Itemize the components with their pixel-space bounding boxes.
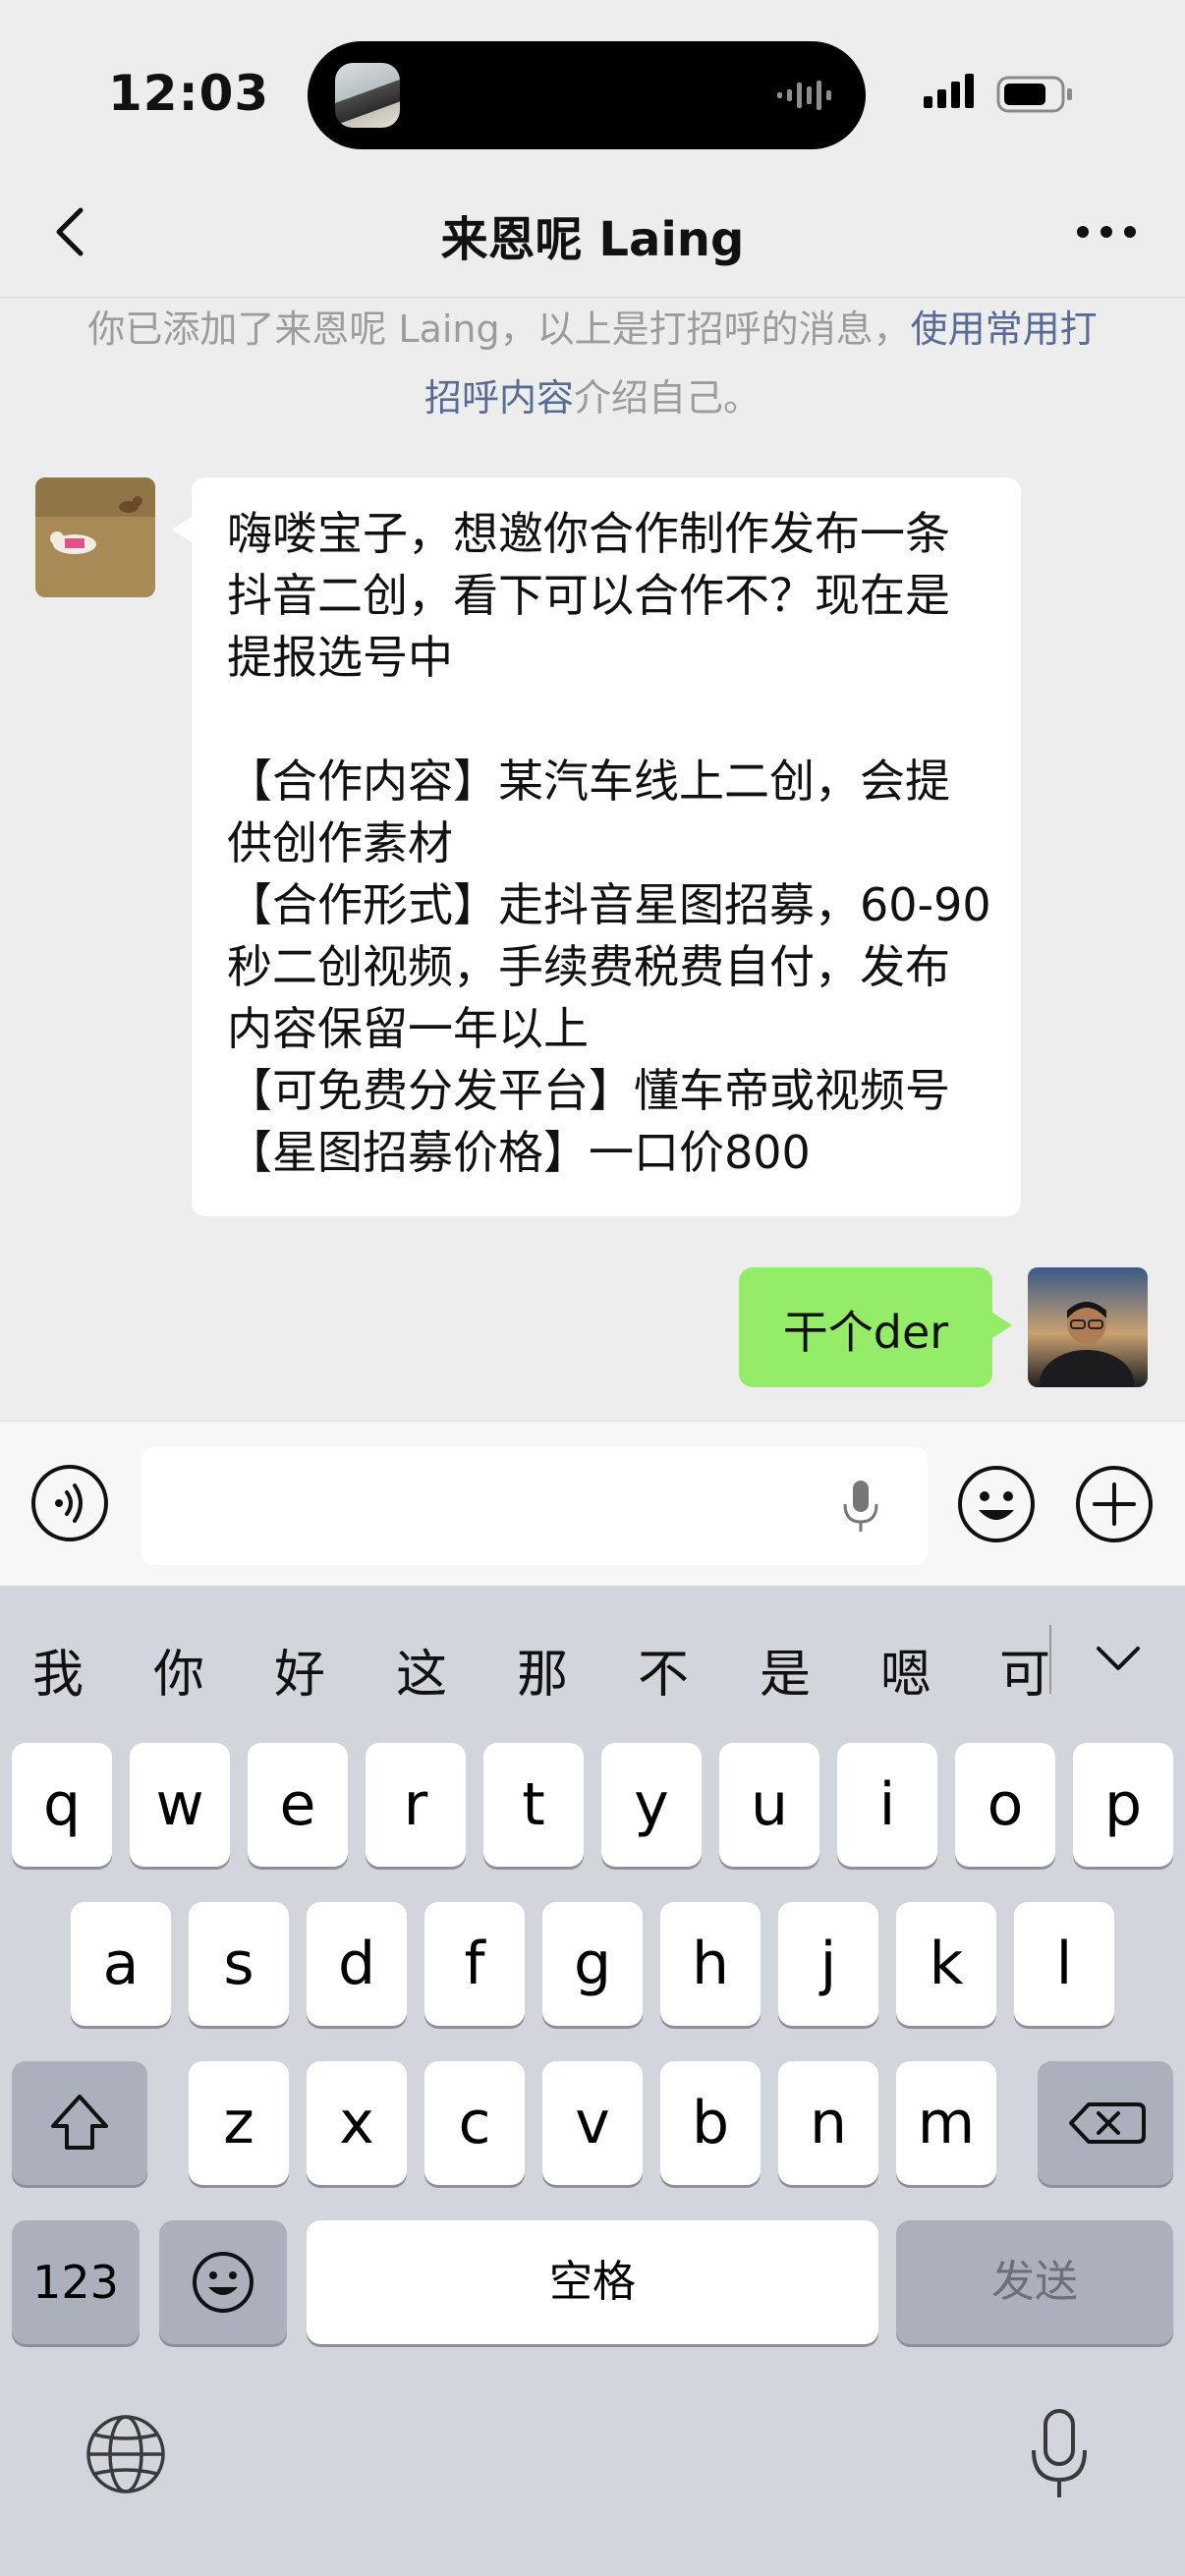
key-l[interactable]: l: [1014, 1902, 1114, 2026]
shift-key[interactable]: [12, 2061, 147, 2185]
battery-icon: [996, 76, 1072, 113]
incoming-message-text: 嗨喽宝子，想邀你合作制作发布一条抖音二创，看下可以合作不？现在是提报选号中 【合…: [227, 507, 991, 1179]
candidate-word[interactable]: 你: [135, 1633, 223, 1707]
status-time: 12:03: [108, 65, 270, 122]
candidate-word[interactable]: 那: [498, 1633, 587, 1707]
candidate-word[interactable]: 是: [741, 1633, 829, 1707]
key-n[interactable]: n: [778, 2061, 878, 2185]
key-z[interactable]: z: [189, 2061, 289, 2185]
key-q[interactable]: q: [12, 1743, 112, 1867]
candidate-word[interactable]: 好: [255, 1633, 344, 1707]
key-j[interactable]: j: [778, 1902, 878, 2026]
switch-keyboard-button[interactable]: [81, 2409, 171, 2499]
key-e[interactable]: e: [248, 1743, 348, 1867]
key-r[interactable]: r: [366, 1743, 466, 1867]
numbers-key[interactable]: 123: [12, 2220, 140, 2344]
key-m[interactable]: m: [896, 2061, 996, 2185]
user-photo-avatar: [1028, 1267, 1148, 1387]
emoji-key[interactable]: [159, 2220, 287, 2344]
chat-header: 来恩呢 Laing: [0, 167, 1185, 298]
smiley-icon: [958, 1466, 1035, 1542]
outgoing-message-text: 干个der: [782, 1306, 949, 1359]
chat-input-bar: [0, 1421, 1185, 1587]
key-k[interactable]: k: [896, 1902, 996, 2026]
incoming-message-bubble[interactable]: 嗨喽宝子，想邀你合作制作发布一条抖音二创，看下可以合作不？现在是提报选号中 【合…: [172, 477, 1021, 1216]
voice-mode-button[interactable]: [29, 1463, 110, 1543]
key-d[interactable]: d: [307, 1902, 407, 2026]
outgoing-message-bubble[interactable]: 干个der: [739, 1267, 1012, 1387]
key-v[interactable]: v: [542, 2061, 643, 2185]
system-message-suffix: 介绍自己。: [574, 376, 762, 420]
keyboard-dictation-button[interactable]: [1022, 2405, 1097, 2503]
key-i[interactable]: i: [837, 1743, 937, 1867]
candidate-word[interactable]: 这: [377, 1633, 466, 1707]
key-w[interactable]: w: [130, 1743, 230, 1867]
more-button[interactable]: [1067, 196, 1146, 267]
cellular-signal-icon: [924, 74, 974, 108]
island-contact-avatar: [335, 63, 400, 128]
key-o[interactable]: o: [955, 1743, 1055, 1867]
chat-title: 来恩呢 Laing: [440, 212, 745, 267]
audio-wave-icon: [777, 81, 831, 110]
my-avatar[interactable]: [1028, 1267, 1148, 1387]
system-message: 你已添加了来恩呢 Laing，以上是打招呼的消息，使用常用打招呼内容介绍自己。: [79, 295, 1106, 432]
key-s[interactable]: s: [189, 1902, 289, 2026]
contact-avatar[interactable]: [35, 477, 155, 597]
candidate-word[interactable]: 可: [981, 1633, 1069, 1707]
keyboard: 我 你 好 这 那 不 是 嗯 可 q w e r t y u i o p a …: [0, 1586, 1185, 2576]
backspace-icon: [1069, 2102, 1146, 2144]
expand-candidates-icon[interactable]: [1089, 1639, 1148, 1678]
voice-icon: [31, 1465, 108, 1541]
key-c[interactable]: c: [424, 2061, 525, 2185]
key-h[interactable]: h: [660, 1902, 761, 2026]
status-bar: 12:03: [0, 0, 1185, 167]
key-g[interactable]: g: [542, 1902, 643, 2026]
microphone-icon: [843, 1481, 878, 1532]
dynamic-island[interactable]: [308, 41, 866, 149]
key-f[interactable]: f: [424, 1902, 525, 2026]
system-message-text: 你已添加了来恩呢 Laing，以上是打招呼的消息，: [87, 308, 911, 351]
dictation-button[interactable]: [833, 1477, 888, 1536]
key-a[interactable]: a: [71, 1902, 171, 2026]
key-t[interactable]: t: [483, 1743, 584, 1867]
key-u[interactable]: u: [719, 1743, 819, 1867]
plus-circle-icon: [1076, 1466, 1153, 1542]
key-x[interactable]: x: [307, 2061, 407, 2185]
key-b[interactable]: b: [660, 2061, 761, 2185]
more-actions-button[interactable]: [1073, 1463, 1156, 1545]
candidate-divider: [1049, 1625, 1051, 1694]
microphone-icon: [1032, 2409, 1087, 2497]
candidate-word[interactable]: 不: [619, 1633, 707, 1707]
candidate-word[interactable]: 我: [14, 1633, 102, 1707]
ellipsis-icon: [1077, 226, 1136, 238]
candidate-word[interactable]: 嗯: [862, 1633, 950, 1707]
shift-arrow-icon: [51, 2095, 108, 2150]
emoji-button[interactable]: [955, 1463, 1038, 1545]
key-y[interactable]: y: [601, 1743, 702, 1867]
globe-icon: [86, 2415, 165, 2493]
space-key[interactable]: 空格: [307, 2220, 878, 2344]
send-key[interactable]: 发送: [896, 2220, 1173, 2344]
message-input[interactable]: [141, 1447, 928, 1565]
key-p[interactable]: p: [1073, 1743, 1173, 1867]
dog-photo-avatar: [35, 477, 155, 597]
emoji-face-icon: [193, 2252, 254, 2313]
delete-key[interactable]: [1038, 2061, 1173, 2185]
